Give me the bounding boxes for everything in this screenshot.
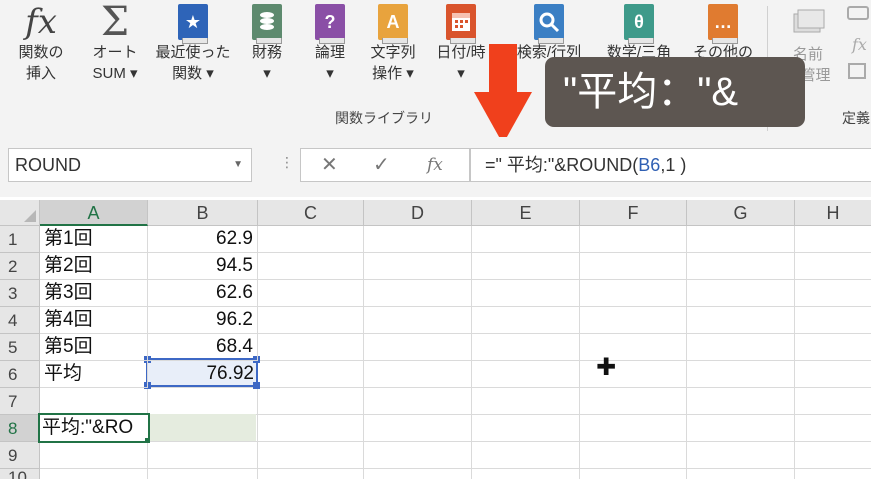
cell-a1[interactable]: 第1回 (40, 226, 148, 253)
row-header-4[interactable]: 4 (0, 307, 40, 334)
svg-text:fx: fx (851, 35, 867, 54)
name-box[interactable]: ROUND ▼ (8, 148, 252, 182)
theta-book-icon: θ (624, 4, 654, 44)
cell-b6[interactable]: 76.92 (148, 361, 258, 388)
column-header-g[interactable]: G (687, 200, 795, 226)
text-functions-label1: 文字列 (370, 44, 416, 61)
define-name-icons[interactable]: fx (846, 4, 870, 89)
column-header-h[interactable]: H (795, 200, 871, 226)
cell-b1[interactable]: 62.9 (148, 226, 258, 253)
insert-function-button[interactable]: fx 関数の 挿入 (12, 2, 70, 84)
column-header-c[interactable]: C (258, 200, 364, 226)
star-book-icon: ★ (178, 4, 208, 44)
recently-used-label2: 関数 ▾ (172, 65, 214, 82)
lookup-button[interactable]: 検索/行列 (512, 2, 586, 63)
insert-function-icon[interactable]: fx (427, 149, 443, 181)
cell-a8-editing[interactable]: 平均:"&RO (38, 413, 150, 443)
sigma-icon: Σ (100, 0, 130, 45)
row-header-2[interactable]: 2 (0, 253, 40, 280)
autosum-label2: SUM ▾ (92, 65, 138, 82)
math-trig-button[interactable]: θ 数学/三角 (600, 2, 678, 63)
formula-ref: B6 (638, 155, 661, 175)
defined-names-group-label: 定義 (842, 110, 870, 126)
fx-icon: fx (25, 2, 57, 42)
financial-label1: 財務 (251, 44, 282, 61)
insert-function-label2: 挿入 (25, 65, 56, 82)
annotation-arrow-shaft (489, 44, 517, 94)
cell-a3[interactable]: 第3回 (40, 280, 148, 307)
row-header-5[interactable]: 5 (0, 334, 40, 361)
row-header-8[interactable]: 8 (0, 415, 40, 442)
splitter-dots-icon[interactable]: ⋮ (280, 154, 296, 171)
text-functions-label2: 操作 ▾ (372, 65, 414, 82)
name-box-value: ROUND (15, 155, 81, 175)
row-header-6[interactable]: 6 (0, 361, 40, 388)
date-time-button[interactable]: 日付/時 ▾ (428, 2, 494, 84)
column-header-b[interactable]: B (148, 200, 258, 226)
row-header-1[interactable]: 1 (0, 226, 40, 253)
ellipsis-book-icon: … (708, 4, 738, 44)
date-time-label1: 日付/時 (436, 44, 486, 61)
magnifier-book-icon (534, 4, 564, 44)
formula-input[interactable]: =" 平均:"&ROUND(B6,1 ) (470, 148, 871, 182)
cell-b5[interactable]: 68.4 (148, 334, 258, 361)
formula-buttons: ✕ ✓ fx (300, 148, 470, 182)
recently-used-button[interactable]: ★ 最近使った 関数 ▾ (150, 2, 236, 84)
cell-b4[interactable]: 96.2 (148, 307, 258, 334)
autosum-label1: オート (92, 44, 138, 61)
coins-book-icon (252, 4, 282, 44)
logical-label2: ▾ (326, 65, 334, 82)
cell-a8-text: 平均:"&RO (42, 417, 134, 438)
cancel-icon[interactable]: ✕ (321, 149, 338, 181)
cell-a6[interactable]: 平均 (40, 361, 148, 388)
formula-text-pre: =" 平均:"&ROUND( (485, 155, 639, 175)
cell-a2[interactable]: 第2回 (40, 253, 148, 280)
row-8-highlight (150, 414, 256, 441)
cell-a5[interactable]: 第5回 (40, 334, 148, 361)
autosum-button[interactable]: Σ オート SUM ▾ (84, 2, 146, 84)
question-book-icon: ? (315, 4, 345, 44)
formula-text-post: ,1 ) (660, 155, 687, 175)
column-header-d[interactable]: D (364, 200, 472, 226)
cell-a4[interactable]: 第4回 (40, 307, 148, 334)
caption-overlay: "平均："& (545, 57, 805, 127)
calendar-book-icon (446, 4, 476, 44)
logical-button[interactable]: ? 論理 ▾ (306, 2, 354, 84)
column-header-e[interactable]: E (472, 200, 580, 226)
row-header-3[interactable]: 3 (0, 280, 40, 307)
financial-button[interactable]: 財務 ▾ (243, 2, 291, 84)
column-header-f[interactable]: F (580, 200, 687, 226)
row-header-9[interactable]: 9 (0, 442, 40, 469)
cell-b2[interactable]: 94.5 (148, 253, 258, 280)
name-manager-icon (776, 2, 840, 44)
fill-handle[interactable] (144, 437, 148, 441)
letter-a-book-icon: A (378, 4, 408, 44)
chevron-down-icon[interactable]: ▼ (233, 149, 243, 181)
logical-label1: 論理 (314, 44, 345, 61)
cell-cursor-icon: ✚ (596, 354, 617, 381)
date-time-label2: ▾ (457, 65, 465, 82)
function-library-group-label: 関数ライブラリ (335, 110, 433, 126)
recently-used-label1: 最近使った (155, 44, 231, 61)
cell-b3[interactable]: 62.6 (148, 280, 258, 307)
row-header-7[interactable]: 7 (0, 388, 40, 415)
enter-check-icon[interactable]: ✓ (373, 149, 390, 181)
financial-label2: ▾ (263, 65, 271, 82)
row-header-10[interactable]: 10 (0, 469, 40, 479)
text-functions-button[interactable]: A 文字列 操作 ▾ (362, 2, 424, 84)
insert-function-label1: 関数の (18, 44, 64, 61)
select-all-corner[interactable] (0, 200, 40, 226)
column-header-a[interactable]: A (40, 200, 148, 226)
